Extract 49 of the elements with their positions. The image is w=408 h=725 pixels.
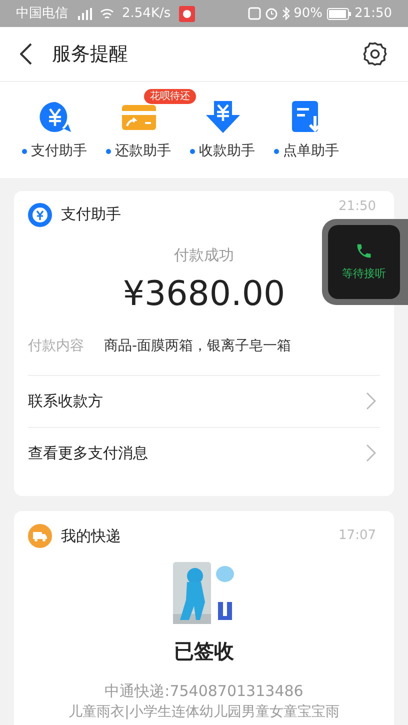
battery-icon [326,8,351,20]
yuan-coin-icon [38,100,72,134]
notification-badge: 花呗待还 [144,89,196,104]
settings-button[interactable] [362,41,388,67]
tracking-number: 中通快递:75408701313486 [104,681,304,702]
chevron-right-icon [366,392,376,410]
payment-status: 付款成功 [174,245,234,266]
item-description: 儿童雨衣|小学生连体幼儿园男童女童宝宝雨 [68,702,340,720]
alarm-icon [264,7,278,20]
shortcut-button[interactable]: 点单助手 [268,99,345,162]
card-title: 我的快递 [61,526,121,547]
shortcut-label: 点单助手 [283,142,339,161]
wifi-icon [100,8,114,20]
battery-percent: 90% [294,4,323,23]
chevron-right-icon [366,444,376,462]
card-title: 支付助手 [61,204,121,226]
link-label: 联系收款方 [28,390,103,412]
truck-icon [28,524,52,548]
link-row[interactable]: 联系收款方 [28,374,380,426]
yuan-coin-icon [28,202,52,226]
speed-text: 2.54K/s [122,4,171,23]
bullet-dot-icon [190,149,195,154]
bullet-dot-icon [22,149,27,154]
down-arrow-yuan-icon [204,100,240,134]
card-icon [120,102,156,132]
link-row[interactable]: 查看更多支付消息 [28,426,380,478]
carrier-text: 中国电信 [16,4,68,23]
app-notification-icon [178,6,195,22]
shortcut-button[interactable]: 支付助手 [16,99,93,162]
bluetooth-icon [282,7,290,20]
bullet-dot-icon [274,149,279,154]
call-overlay[interactable]: 等待接听 [322,219,408,305]
detail-label: 付款内容 [28,336,84,356]
back-button[interactable] [20,43,32,65]
shortcut-label: 还款助手 [115,142,171,161]
payment-amount: ¥3680.00 [122,272,286,316]
phone-icon [355,242,373,260]
shortcut-label: 支付助手 [31,142,87,161]
detail-value: 商品-面膜两箱，银离子皂一箱 [104,336,292,356]
delivery-status: 已签收 [174,638,234,665]
shortcut-label: 收款助手 [199,142,255,161]
bullet-dot-icon [106,149,111,154]
signal-icon [76,8,92,20]
message-time: 21:50 [338,198,376,216]
message-time: 17:07 [338,527,376,546]
page-title: 服务提醒 [52,42,128,67]
link-label: 查看更多支付消息 [28,442,148,464]
clock-text: 21:50 [354,4,392,23]
call-status: 等待接听 [342,266,386,282]
